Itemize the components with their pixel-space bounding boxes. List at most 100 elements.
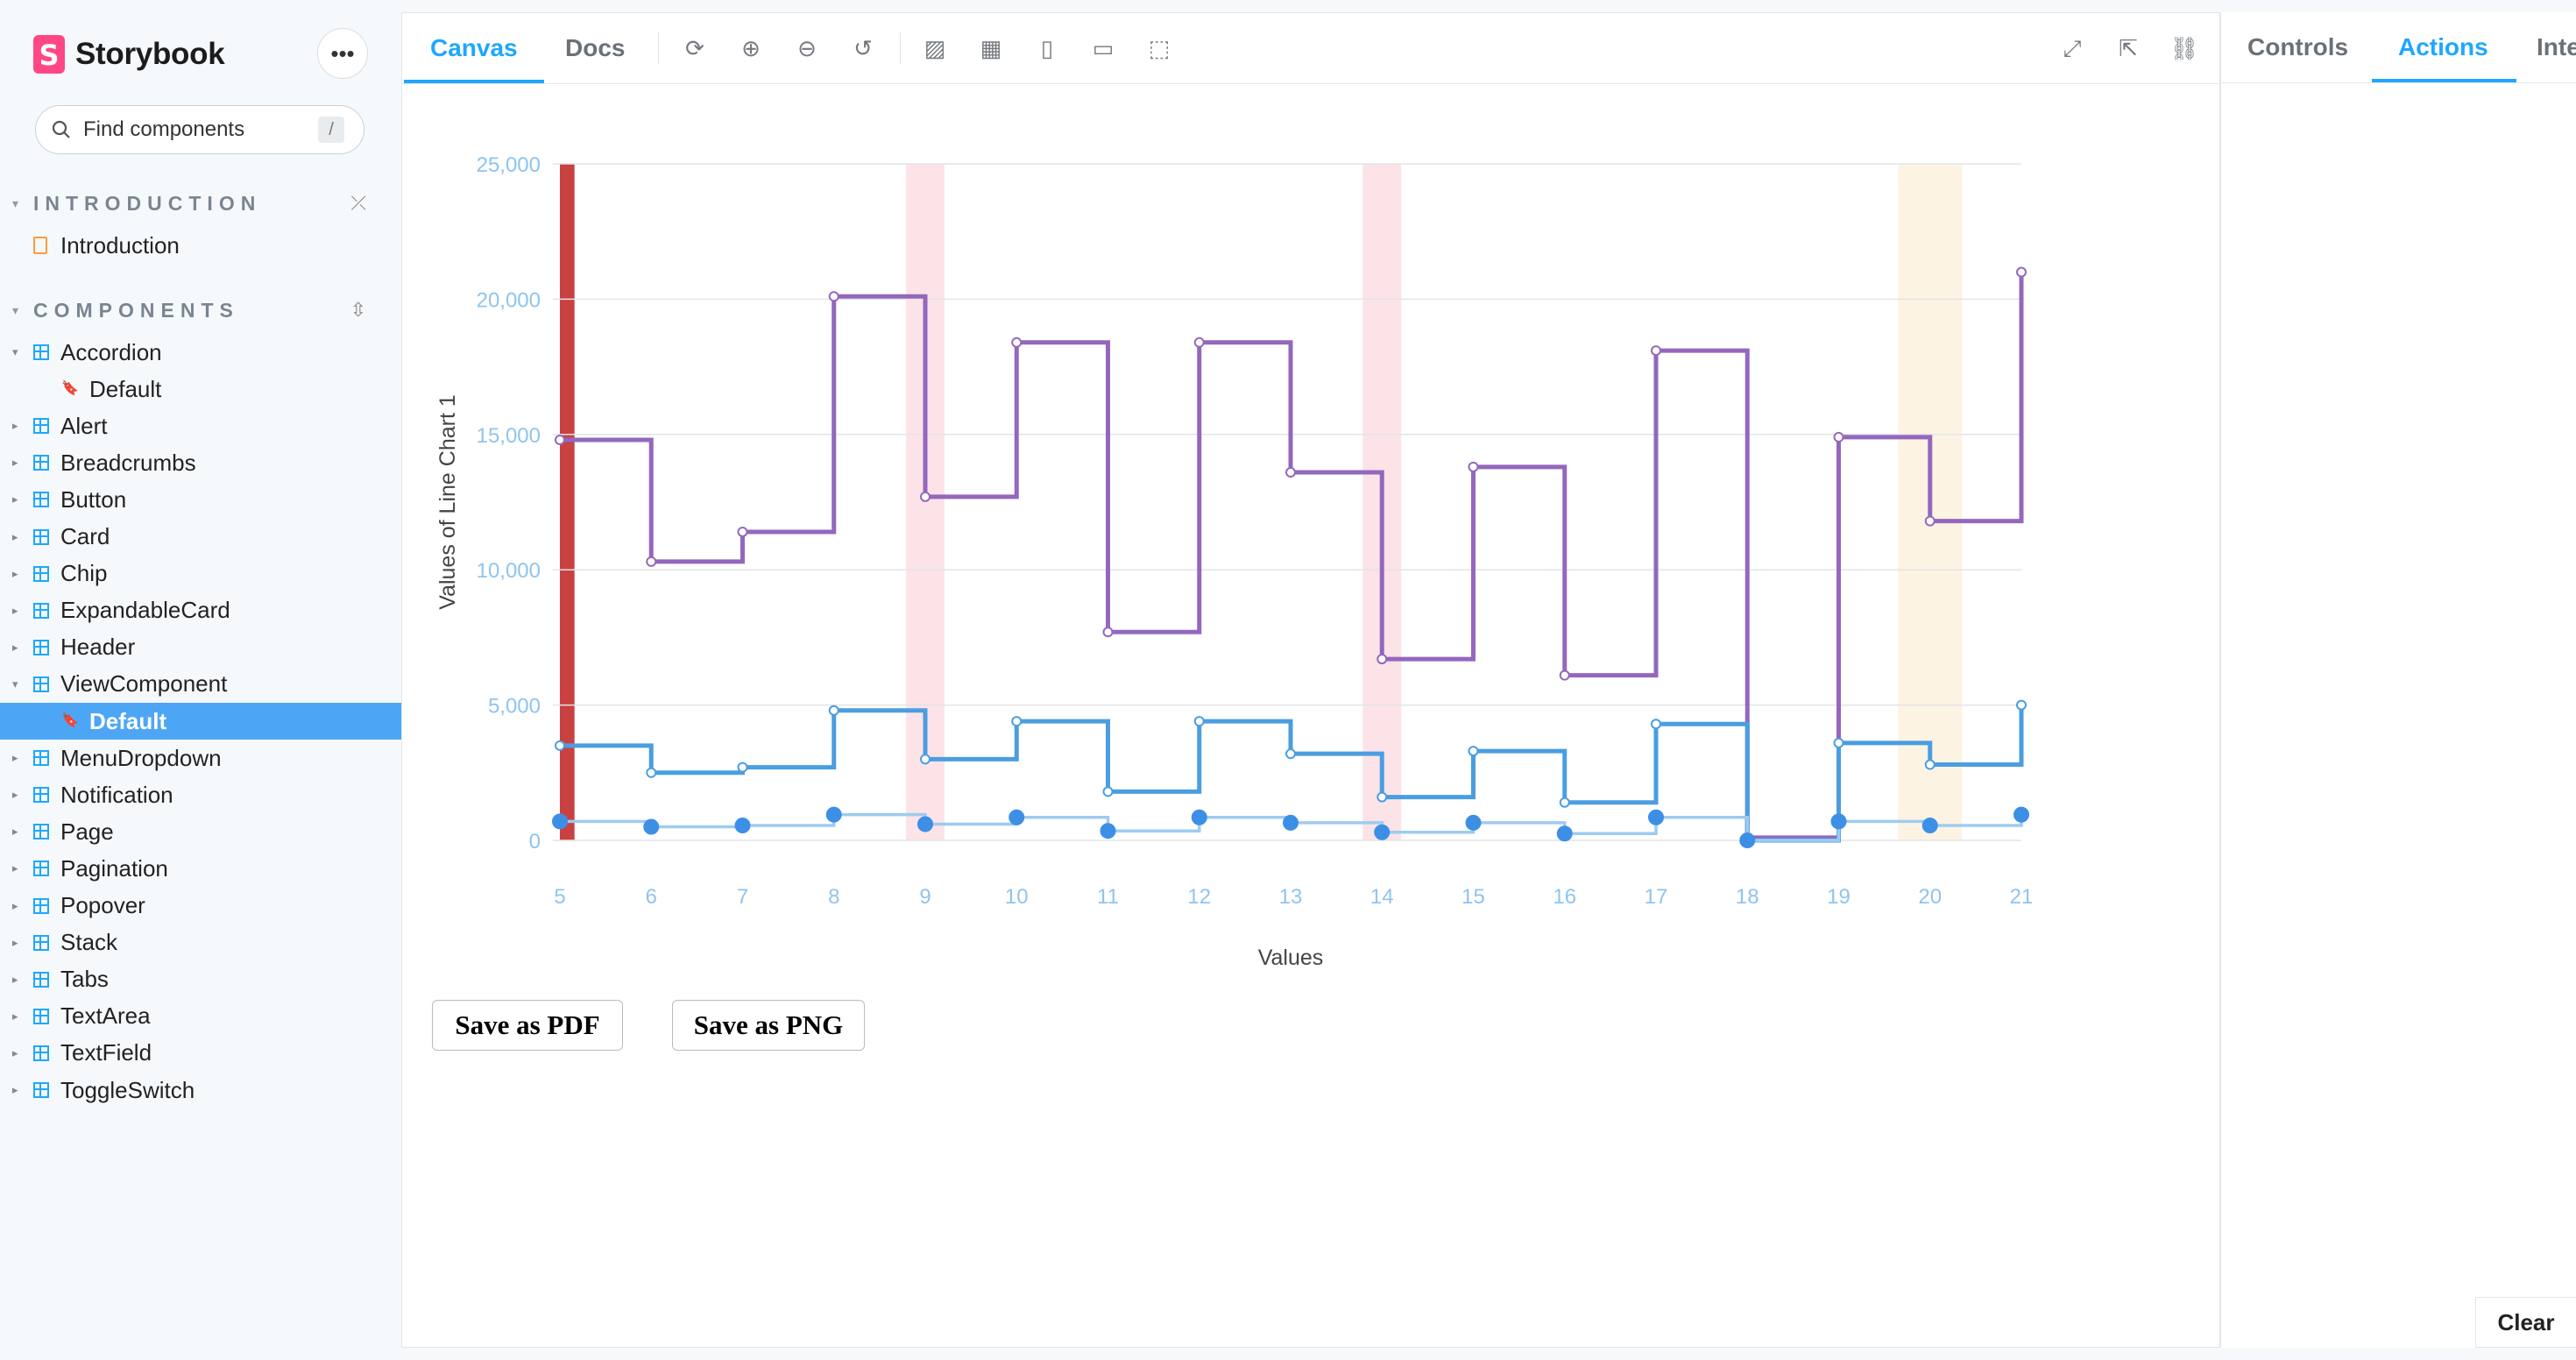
sidebar-item-label: ToggleSwitch [60, 1076, 195, 1103]
component-icon [33, 824, 49, 840]
data-point [1376, 791, 1388, 803]
sidebar-item-introduction[interactable]: Introduction [0, 227, 401, 264]
sidebar-component-item[interactable]: ▸ Button [0, 481, 401, 518]
tab-docs[interactable]: Docs [565, 13, 625, 83]
zoom-reset-icon[interactable]: ↺ [847, 32, 879, 64]
reload-icon[interactable]: ⟳ [679, 32, 711, 64]
sidebar-component-item[interactable]: ▸ Tabs [0, 961, 401, 998]
x-tick-label: 5 [554, 885, 565, 909]
zoom-in-icon[interactable]: ⊕ [735, 32, 767, 64]
data-point [1374, 824, 1391, 840]
data-point [1648, 809, 1664, 825]
x-tick-label: 12 [1187, 885, 1211, 909]
tab-actions[interactable]: Actions [2372, 12, 2516, 82]
sidebar-component-item[interactable]: ▸ Popover [0, 888, 401, 924]
data-point [1651, 719, 1661, 730]
x-tick-label: 21 [2010, 885, 2034, 909]
outline-icon[interactable]: ⬚ [1143, 32, 1175, 64]
data-point [737, 526, 748, 537]
sidebar-item-label: Page [60, 818, 114, 845]
sidebar-component-item[interactable]: ▸ Card [0, 519, 401, 556]
addons-tab-divider [2221, 82, 2576, 83]
component-icon [33, 676, 49, 692]
search-box[interactable]: / [35, 105, 364, 154]
data-point [1102, 786, 1114, 797]
x-tick-label: 7 [737, 885, 748, 909]
sidebar-component-item[interactable]: ▸ Header [0, 629, 401, 666]
component-icon [33, 1082, 49, 1098]
y-tick-label: 20,000 [477, 288, 541, 312]
more-options-button[interactable]: ••• [317, 28, 368, 79]
tab-interactions[interactable]: Interactions [2537, 12, 2576, 82]
sidebar-story-item[interactable]: 🔖 Default [0, 371, 401, 407]
sidebar-component-item[interactable]: ▸ Chip [0, 556, 401, 592]
data-point [646, 767, 657, 778]
sidebar-component-item[interactable]: ▾ Accordion [0, 334, 401, 371]
data-point [1011, 336, 1023, 348]
data-point [1008, 809, 1025, 825]
component-icon [33, 971, 49, 988]
data-point [737, 761, 748, 773]
sidebar-component-item[interactable]: ▸ Alert [0, 407, 401, 444]
sidebar-component-item[interactable]: ▸ ToggleSwitch [0, 1072, 401, 1109]
viewport-icon[interactable]: ▯ [1031, 32, 1063, 64]
data-point [1285, 467, 1296, 478]
caret-right-icon: ▸ [12, 566, 18, 580]
section-introduction[interactable]: ▾ INTRODUCTION ⤫ [12, 186, 366, 221]
section-label: COMPONENTS [33, 298, 239, 322]
data-point [555, 740, 565, 751]
sidebar-component-item[interactable]: ▸ TextArea [0, 998, 401, 1035]
sidebar-component-item[interactable]: ▸ Pagination [0, 850, 401, 887]
open-new-tab-icon[interactable]: ⇱ [2112, 32, 2144, 64]
sidebar-component-item[interactable]: ▸ Notification [0, 776, 401, 813]
collapse-all-icon[interactable]: ⤫ [350, 192, 366, 215]
background-icon[interactable]: ▨ [919, 32, 951, 64]
clear-button[interactable]: Clear [2475, 1297, 2576, 1348]
section-components[interactable]: ▾ COMPONENTS ⇳ [12, 293, 366, 328]
sidebar-component-item[interactable]: ▸ ExpandableCard [0, 592, 401, 629]
component-icon [33, 602, 49, 619]
sidebar-component-item[interactable]: ▸ Page [0, 813, 401, 850]
caret-right-icon: ▸ [12, 419, 18, 433]
data-point [1833, 737, 1844, 748]
sidebar-component-item[interactable]: ▸ MenuDropdown [0, 740, 401, 776]
sidebar-component-item[interactable]: ▸ Stack [0, 924, 401, 961]
sidebar-component-item[interactable]: ▾ ViewComponent [0, 666, 401, 703]
storybook-logo[interactable]: S Storybook [33, 33, 225, 75]
data-point [1376, 654, 1388, 665]
sidebar-item-label: Popover [60, 892, 145, 918]
y-tick-label: 0 [529, 830, 541, 854]
sidebar-component-item[interactable]: ▸ TextField [0, 1035, 401, 1072]
x-axis-title: Values [1258, 946, 1324, 970]
data-point [917, 816, 933, 832]
caret-down-icon: ▾ [12, 345, 18, 358]
caret-right-icon: ▸ [12, 529, 18, 543]
data-point [643, 818, 660, 835]
data-point [1924, 515, 1936, 527]
data-point [555, 434, 565, 445]
sidebar-story-item[interactable]: 🔖 Default [0, 703, 401, 740]
grid-icon[interactable]: ▦ [975, 32, 1007, 64]
tab-controls[interactable]: Controls [2247, 12, 2348, 82]
save-as-png-button[interactable]: Save as PNG [672, 1000, 865, 1051]
search-input[interactable] [81, 117, 295, 143]
expand-all-icon[interactable]: ⇳ [350, 299, 366, 322]
caret-right-icon: ▸ [12, 825, 18, 839]
toolbar: Canvas Docs ⟳ ⊕ ⊖ ↺ ▨ ▦ ▯ ▭ ⬚ ⤢ ⇱ ⛓ [402, 13, 2219, 84]
data-point [1921, 818, 1938, 834]
toolbar-divider [900, 32, 901, 64]
data-point [1011, 716, 1023, 727]
sidebar-item-label: Tabs [60, 966, 109, 993]
data-point [920, 491, 931, 502]
save-as-pdf-button[interactable]: Save as PDF [432, 1000, 623, 1051]
toolbar-divider [658, 32, 659, 64]
x-tick-label: 13 [1279, 885, 1303, 909]
tab-canvas[interactable]: Canvas [404, 13, 544, 83]
sidebar-component-item[interactable]: ▸ Breadcrumbs [0, 444, 401, 481]
measure-icon[interactable]: ▭ [1087, 32, 1119, 64]
zoom-out-icon[interactable]: ⊖ [791, 32, 823, 64]
copy-link-icon[interactable]: ⛓ [2169, 32, 2200, 64]
sidebar-item-label: MenuDropdown [60, 744, 222, 771]
line-chart: 0 5,000 10,000 15,000 20,000 25,000 5 6 7 8 9 10 11 1… [435, 153, 2034, 970]
fullscreen-icon[interactable]: ⤢ [2056, 32, 2088, 64]
